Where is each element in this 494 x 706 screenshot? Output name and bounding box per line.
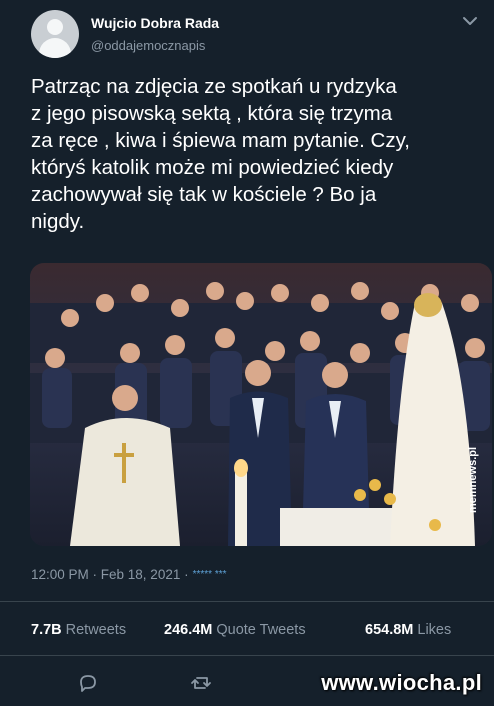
- author-name[interactable]: Wujcio Dobra Rada: [91, 15, 219, 31]
- client-name-redacted[interactable]: ***** ***: [193, 569, 227, 580]
- avatar[interactable]: [31, 10, 79, 58]
- retweet-icon[interactable]: [190, 672, 212, 694]
- avatar-body-shape: [39, 38, 71, 58]
- divider: [0, 655, 494, 656]
- tweet: Wujcio Dobra Rada @oddajemocznapis Patrz…: [0, 0, 494, 706]
- retweets-label: Retweets: [65, 622, 127, 638]
- author-handle[interactable]: @oddajemocznapis: [91, 38, 205, 53]
- tweet-time[interactable]: 12:00 PM · Feb 18, 2021 ·: [31, 567, 189, 582]
- avatar-head-shape: [47, 19, 63, 35]
- reply-icon[interactable]: [77, 672, 99, 694]
- tweet-photo[interactable]: memnews.pl: [30, 263, 492, 546]
- retweets-stat[interactable]: 7.7B Retweets: [31, 622, 126, 638]
- photo-illustration: memnews.pl: [30, 263, 492, 546]
- tweet-meta: 12:00 PM · Feb 18, 2021 · ***** ***: [31, 567, 227, 582]
- quote-tweets-stat[interactable]: 246.4M Quote Tweets: [164, 622, 306, 638]
- likes-label: Likes: [417, 622, 452, 638]
- likes-count: 654.8M: [365, 622, 414, 638]
- site-watermark: www.wiocha.pl: [321, 670, 482, 695]
- chevron-down-icon[interactable]: [461, 14, 479, 28]
- tweet-text: Patrząc na zdjęcia ze spotkań u rydzyka …: [31, 75, 410, 233]
- photo-watermark: memnews.pl: [467, 447, 479, 513]
- quote-tweets-count: 246.4M: [164, 622, 213, 638]
- quote-tweets-label: Quote Tweets: [216, 622, 306, 638]
- likes-stat[interactable]: 654.8M Likes: [365, 622, 451, 638]
- divider: [0, 601, 494, 602]
- retweets-count: 7.7B: [31, 622, 62, 638]
